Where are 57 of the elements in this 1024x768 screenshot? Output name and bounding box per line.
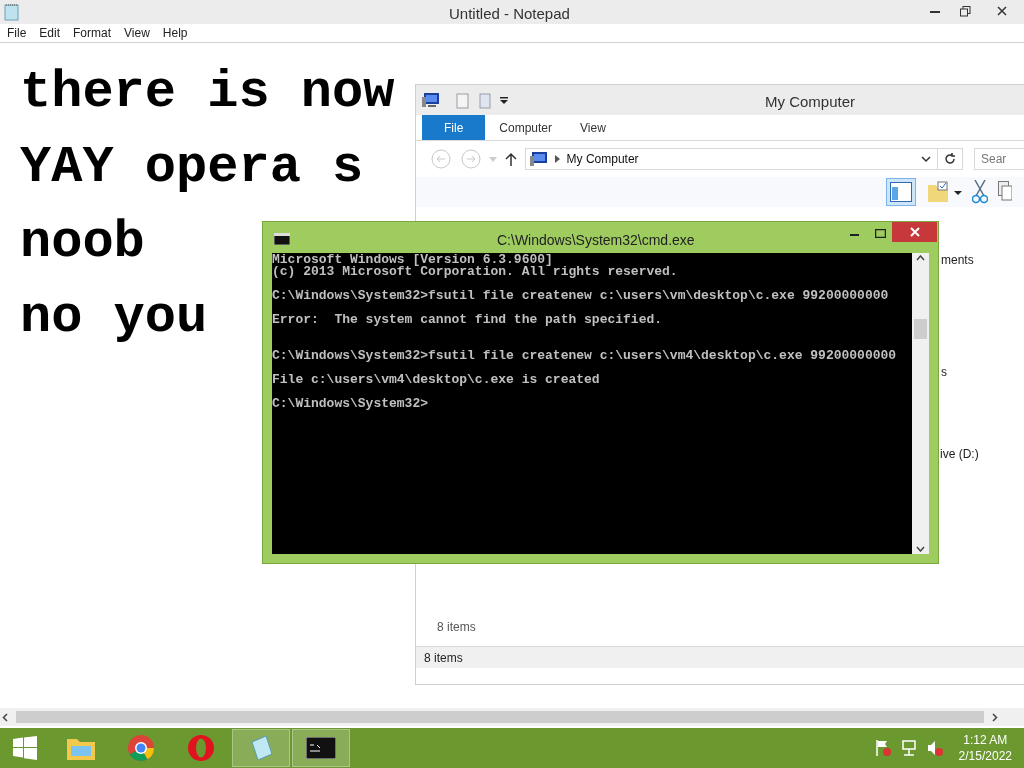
ribbon-tab[interactable]: View bbox=[566, 115, 620, 140]
computer-icon bbox=[422, 93, 440, 108]
console-icon bbox=[274, 233, 290, 245]
console-output: Microsoft Windows [Version 6.3.9600] (c) 2013 Microsoft Corporation. All rights reserved. C:\Windows\System32>fsutil file createnew c:\users\vm\desktop\c.exe 99200000000 Error: The system cannot find the path specified. C:\Windows\System32>fsutil file createnew c:\users\vm4\desktop\c.exe 99200000000 File c:\users\vm4\desktop\c.exe is created C:\Windows\System32> bbox=[272, 253, 912, 554]
network-icon[interactable] bbox=[900, 740, 917, 756]
cut-icon[interactable] bbox=[972, 180, 988, 204]
menu-item[interactable]: Format bbox=[73, 24, 112, 42]
up-icon[interactable] bbox=[504, 152, 517, 166]
window-title: Untitled - Notepad bbox=[449, 4, 570, 24]
volume-muted-icon[interactable] bbox=[926, 740, 943, 756]
item-label[interactable]: ments bbox=[941, 251, 974, 269]
status-text: 8 items bbox=[424, 649, 463, 667]
dropdown-icon[interactable] bbox=[500, 97, 508, 104]
menu-item[interactable]: Help bbox=[162, 24, 188, 42]
folder-check-icon[interactable] bbox=[926, 181, 962, 203]
windows-icon bbox=[13, 736, 37, 760]
refresh-icon bbox=[943, 153, 956, 165]
quick-access-icon bbox=[456, 93, 492, 109]
search-field[interactable]: Sear bbox=[974, 148, 1024, 170]
chrome-icon bbox=[127, 734, 155, 762]
chevron-down-icon[interactable] bbox=[920, 156, 931, 163]
close-button[interactable] bbox=[892, 222, 937, 242]
close-icon bbox=[909, 227, 920, 237]
refresh-button[interactable] bbox=[937, 148, 963, 170]
menu-item[interactable]: View bbox=[124, 24, 150, 42]
ribbon-tab[interactable]: Computer bbox=[485, 115, 567, 140]
maximize-icon bbox=[874, 228, 886, 238]
menu-item[interactable]: File bbox=[7, 24, 27, 42]
console-icon bbox=[306, 737, 336, 759]
address-bar[interactable]: My Computer bbox=[524, 148, 938, 170]
notepad-icon bbox=[4, 3, 20, 21]
window-title: C:\Windows\System32\cmd.exe bbox=[497, 231, 695, 250]
preview-pane-button[interactable] bbox=[886, 178, 916, 206]
copy-icon[interactable] bbox=[998, 181, 1012, 203]
window-title: My Computer bbox=[765, 92, 856, 112]
scroll-right-icon[interactable] bbox=[992, 712, 998, 722]
scroll-down-icon[interactable] bbox=[916, 546, 925, 552]
item-label[interactable]: s bbox=[941, 363, 947, 381]
scroll-up-icon[interactable] bbox=[916, 255, 925, 261]
scrollbar-thumb[interactable] bbox=[16, 711, 984, 723]
notepad-icon bbox=[248, 734, 274, 762]
scrollbar-thumb[interactable] bbox=[914, 318, 927, 339]
item-label[interactable]: ive (D:) bbox=[940, 445, 979, 463]
restore-icon bbox=[959, 5, 971, 17]
opera-icon bbox=[187, 734, 215, 762]
close-icon bbox=[997, 6, 1007, 16]
minimize-icon bbox=[930, 9, 940, 13]
flag-icon[interactable] bbox=[874, 740, 891, 756]
scroll-left-icon[interactable] bbox=[2, 712, 8, 722]
ribbon-tab[interactable]: File bbox=[422, 115, 486, 140]
breadcrumb-arrow-icon[interactable] bbox=[554, 155, 560, 163]
item-count: 8 items bbox=[437, 619, 476, 636]
minimize-icon bbox=[849, 233, 859, 237]
menu-item[interactable]: Edit bbox=[39, 24, 61, 42]
taskbar-button[interactable] bbox=[292, 729, 350, 767]
computer-icon bbox=[529, 151, 548, 167]
layout-icon bbox=[890, 182, 912, 202]
